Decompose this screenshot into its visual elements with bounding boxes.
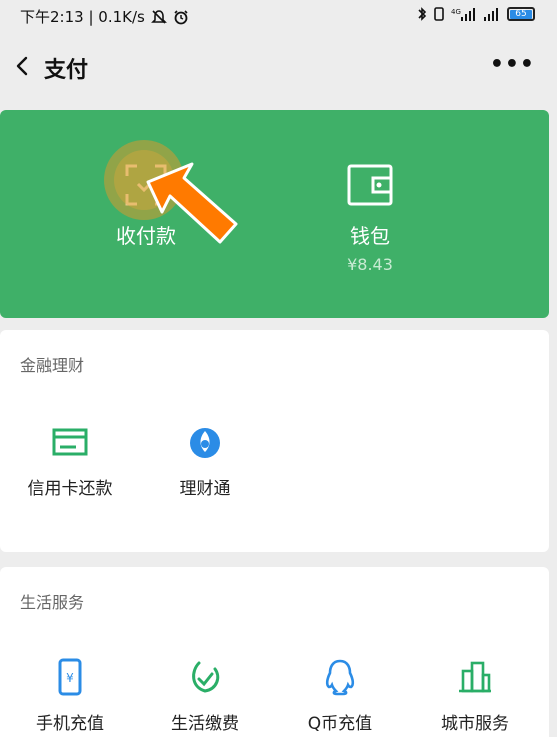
status-left: 下午2:13 | 0.1K/s	[20, 6, 189, 27]
status-time: 下午2:13 | 0.1K/s	[20, 8, 145, 26]
life-services-section: 生活服务 ¥ 手机充值 生活缴费 Q币充值 城市服务	[0, 567, 549, 737]
wallet-label: 钱包	[350, 224, 390, 248]
city-service-icon	[459, 661, 491, 693]
svg-text:4G: 4G	[451, 8, 461, 16]
status-bar: 下午2:13 | 0.1K/s 4G 65	[0, 0, 557, 34]
status-right: 4G 65	[417, 6, 535, 22]
chevron-left-icon	[16, 56, 28, 76]
nav-bar: 支付 •••	[0, 34, 557, 98]
more-button[interactable]: •••	[490, 52, 535, 77]
utility-bill-icon	[192, 661, 220, 693]
battery-level: 65	[510, 9, 532, 19]
finance-section: 金融理财 信用卡还款 理财通	[0, 330, 549, 552]
city-service-button[interactable]: 城市服务	[410, 657, 540, 734]
qq-coin-label: Q币充值	[307, 714, 373, 734]
credit-card-icon	[52, 428, 88, 456]
collect-pay-button[interactable]: 收付款	[86, 160, 206, 249]
alarm-icon	[174, 9, 188, 24]
wealth-icon	[190, 428, 220, 458]
svg-text:¥: ¥	[66, 671, 74, 685]
wealth-button[interactable]: 理财通	[140, 422, 270, 499]
wallet-amount: ¥8.43	[347, 255, 393, 274]
city-service-label: 城市服务	[441, 714, 509, 734]
utility-bill-label: 生活缴费	[171, 714, 239, 734]
vibrate-icon	[434, 7, 444, 21]
qq-coin-button[interactable]: Q币充值	[275, 657, 405, 734]
wallet-icon	[347, 164, 393, 206]
collect-pay-label: 收付款	[116, 224, 176, 248]
credit-card-repay-button[interactable]: 信用卡还款	[5, 422, 135, 499]
wallet-button[interactable]: 钱包 ¥8.43	[310, 160, 430, 274]
page-title: 支付	[44, 58, 89, 83]
bluetooth-icon	[418, 7, 427, 21]
credit-card-repay-label: 信用卡还款	[27, 479, 113, 499]
phone-topup-icon: ¥	[58, 658, 82, 696]
signal-icon	[484, 8, 498, 21]
utility-bill-button[interactable]: 生活缴费	[140, 657, 270, 734]
signal-4g-icon: 4G	[451, 8, 475, 21]
battery-icon: 65	[507, 7, 535, 21]
pay-card: 收付款 钱包 ¥8.43	[0, 110, 549, 318]
life-services-title: 生活服务	[20, 593, 85, 612]
wealth-label: 理财通	[179, 479, 231, 499]
scan-qr-icon	[125, 164, 167, 206]
mute-icon	[150, 9, 167, 24]
finance-title: 金融理财	[20, 356, 85, 375]
phone-topup-label: 手机充值	[36, 714, 104, 734]
phone-topup-button[interactable]: ¥ 手机充值	[5, 657, 135, 734]
back-button[interactable]	[8, 50, 40, 82]
qq-coin-icon	[325, 659, 355, 696]
